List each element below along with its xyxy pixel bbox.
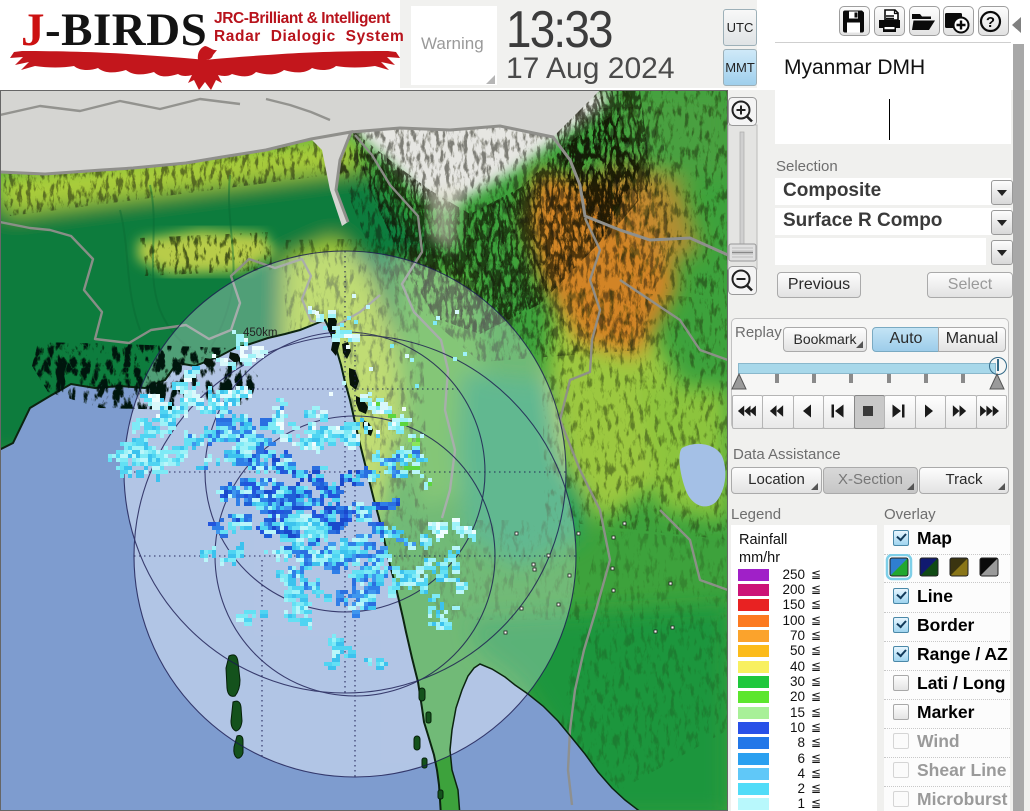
svg-text:?: ? bbox=[986, 14, 995, 31]
svg-text:450km: 450km bbox=[243, 327, 278, 339]
